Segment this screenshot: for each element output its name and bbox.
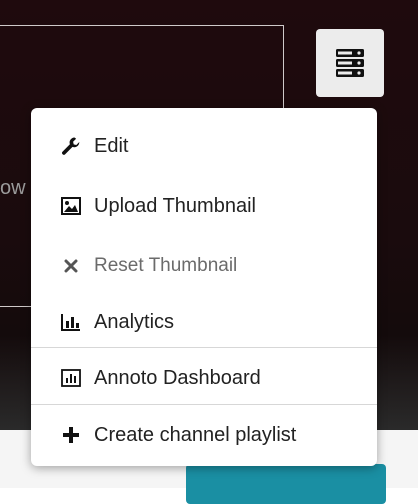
bar-chart-icon xyxy=(61,312,81,332)
server-icon xyxy=(336,49,364,77)
menu-item-label: Create channel playlist xyxy=(94,423,297,446)
menu-item-reset-thumbnail: Reset Thumbnail xyxy=(31,238,377,294)
menu-item-label: Annoto Dashboard xyxy=(94,366,261,389)
menu-item-annoto-dashboard[interactable]: Annoto Dashboard xyxy=(31,350,377,406)
wrench-icon xyxy=(61,136,81,156)
start-button[interactable] xyxy=(186,464,386,504)
menu-item-label: Upload Thumbnail xyxy=(94,194,256,217)
menu-divider xyxy=(31,404,377,405)
menu-item-analytics[interactable]: Analytics xyxy=(31,294,377,350)
close-icon xyxy=(61,256,81,276)
obscured-background-text: ow xyxy=(0,177,26,199)
menu-divider xyxy=(31,347,377,348)
menu-item-edit[interactable]: Edit xyxy=(31,118,377,174)
actions-dropdown-menu: Edit Upload Thumbnail Reset Thumbnail An… xyxy=(31,108,377,466)
menu-item-label: Analytics xyxy=(94,310,175,333)
menu-item-create-channel-playlist[interactable]: Create channel playlist xyxy=(31,407,377,463)
actions-menu-button[interactable] xyxy=(316,29,384,97)
menu-item-label: Edit xyxy=(94,134,129,157)
menu-item-upload-thumbnail[interactable]: Upload Thumbnail xyxy=(31,178,377,234)
plus-icon xyxy=(61,425,81,445)
image-icon xyxy=(61,196,81,216)
menu-item-label: Reset Thumbnail xyxy=(94,255,238,276)
chart-box-icon xyxy=(61,368,81,388)
